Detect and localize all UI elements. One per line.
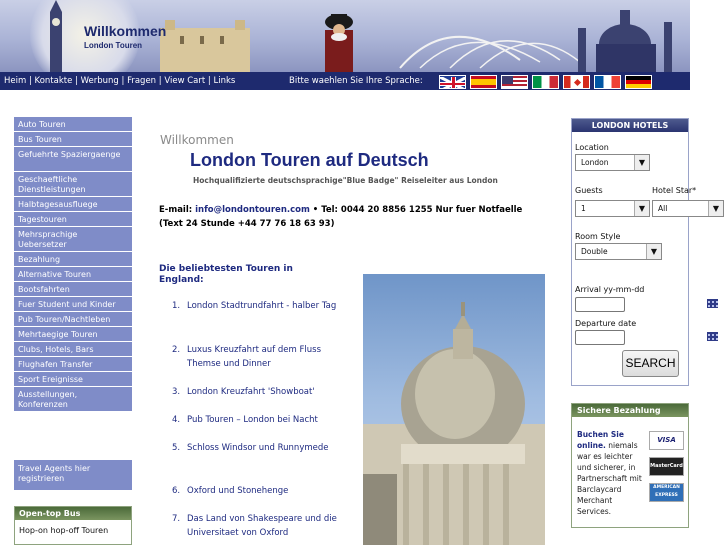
nav-link-view-cart[interactable]: View Cart <box>164 76 205 86</box>
guests-label: Guests <box>575 186 603 195</box>
contact-email-link[interactable]: info@londontouren.com <box>195 205 310 215</box>
room-style-label: Room Style <box>575 232 621 241</box>
sidebar-item-uebersetzer[interactable]: Mehrsprachige Uebersetzer <box>14 227 132 252</box>
location-label: Location <box>575 143 609 152</box>
contact-info: E-mail: info@londontouren.com • Tel: 004… <box>159 203 549 231</box>
tour-list-item[interactable]: 1. London Stadtrundfahrt - halber Tag <box>172 299 342 313</box>
departure-date-input[interactable] <box>575 330 625 345</box>
sidebar-item-sport-ereignisse[interactable]: Sport Ereignisse <box>14 372 132 387</box>
chevron-down-icon: ▼ <box>634 201 649 216</box>
mastercard-icon: MasterCard <box>649 457 684 476</box>
calendar-icon[interactable] <box>706 331 719 342</box>
departure-label: Departure date <box>575 319 637 328</box>
sidebar-item-bootsfahrten[interactable]: Bootsfahrten <box>14 282 132 297</box>
hotel-box-title: LONDON HOTELS <box>572 119 688 132</box>
page-subtitle: Hochqualifizierte deutschsprachige"Blue … <box>193 176 498 185</box>
popular-tours-heading: Die beliebtesten Touren in England: <box>159 264 293 285</box>
sidebar-nav: Auto Touren Bus Touren Gefuehrte Spazier… <box>14 117 132 412</box>
page-title: London Touren auf Deutsch <box>190 150 429 170</box>
tour-link[interactable]: London Kreuzfahrt 'Showboat' <box>172 385 342 399</box>
flag-usa-icon[interactable] <box>501 75 528 89</box>
flag-canada-icon[interactable] <box>563 75 590 89</box>
nav-link-fragen[interactable]: Fragen <box>127 76 156 86</box>
sidebar-item-student-kinder[interactable]: Fuer Student und Kinder <box>14 297 132 312</box>
brand-title: Willkommen <box>84 23 167 39</box>
nav-link-links[interactable]: Links <box>214 76 236 86</box>
bus-box-title: Open-top Bus <box>15 507 131 520</box>
sidebar-item-auto-touren[interactable]: Auto Touren <box>14 117 132 132</box>
tour-link[interactable]: Luxus Kreuzfahrt auf dem Fluss Themse un… <box>172 343 342 371</box>
sidebar-item-pub-touren[interactable]: Pub Touren/Nachtleben <box>14 312 132 327</box>
guests-value: 1 <box>581 204 586 213</box>
tour-number: 1. <box>172 301 181 311</box>
location-value: London <box>581 158 609 167</box>
arrival-date-input[interactable] <box>575 297 625 312</box>
tour-link[interactable]: Das Land von Shakespeare und die Univers… <box>172 512 342 540</box>
flag-italy-icon[interactable] <box>532 75 559 89</box>
tour-list-item[interactable]: 5. Schloss Windsor und Runnymede <box>172 441 342 455</box>
sidebar-item-alternative-touren[interactable]: Alternative Touren <box>14 267 132 282</box>
amex-card-icon: AMERICAN EXPRESS <box>649 483 684 502</box>
language-prompt: Bitte waehlen Sie Ihre Sprache: <box>289 76 423 86</box>
sidebar-item-flughafen-transfer[interactable]: Flughafen Transfer <box>14 357 132 372</box>
sidebar-item-clubs-hotels-bars[interactable]: Clubs, Hotels, Bars <box>14 342 132 357</box>
sidebar-item-bus-touren[interactable]: Bus Touren <box>14 132 132 147</box>
welcome-text: Willkommen <box>160 133 234 147</box>
nav-link-heim[interactable]: Heim <box>4 76 26 86</box>
tour-number: 5. <box>172 443 181 453</box>
hotel-star-select[interactable]: All ▼ <box>652 200 724 217</box>
hotel-search-button[interactable]: SEARCH <box>622 350 679 377</box>
chevron-down-icon: ▼ <box>634 155 649 170</box>
room-style-select[interactable]: Double ▼ <box>575 243 662 260</box>
tour-link[interactable]: London Stadtrundfahrt - halber Tag <box>172 299 342 313</box>
guests-select[interactable]: 1 ▼ <box>575 200 650 217</box>
calendar-icon[interactable] <box>706 298 719 309</box>
flag-spain-icon[interactable] <box>470 75 497 89</box>
payment-description: niemals war es leichter und sicherer, in… <box>577 441 642 516</box>
sidebar-item-tagestouren[interactable]: Tagestouren <box>14 212 132 227</box>
chevron-down-icon: ▼ <box>708 201 723 216</box>
arrival-label: Arrival yy-mm-dd <box>575 285 645 294</box>
top-nav-links: Heim | Kontakte | Werbung | Fragen | Vie… <box>4 76 236 86</box>
open-top-bus-box: Open-top Bus Hop-on hop-off Touren <box>14 506 132 545</box>
visa-card-icon: VISA <box>649 431 684 450</box>
brand-subtitle: London Touren <box>84 41 143 50</box>
tour-number: 6. <box>172 486 181 496</box>
sidebar-item-ausstellungen[interactable]: Ausstellungen, Konferenzen <box>14 387 132 412</box>
tour-number: 4. <box>172 415 181 425</box>
sidebar-item-bezahlung[interactable]: Bezahlung <box>14 252 132 267</box>
flag-germany-icon[interactable] <box>625 75 652 89</box>
location-select[interactable]: London ▼ <box>575 154 650 171</box>
payment-text: Buchen Sie online. niemals war es leicht… <box>577 429 647 517</box>
sidebar-item-dienstleistungen[interactable]: Geschaeftliche Dienstleistungen <box>14 172 132 197</box>
flag-france-icon[interactable] <box>594 75 621 89</box>
tour-number: 7. <box>172 514 181 524</box>
tour-number: 3. <box>172 387 181 397</box>
sidebar-item-spaziergaenge[interactable]: Gefuehrte Spaziergaenge <box>14 147 132 172</box>
flag-uk-icon[interactable] <box>439 75 466 89</box>
st-pauls-cathedral-photo <box>363 274 545 545</box>
tour-list-item[interactable]: 7. Das Land von Shakespeare und die Unive… <box>172 512 342 540</box>
sidebar-item-halbtagesausfluege[interactable]: Halbtagesausfluege <box>14 197 132 212</box>
hotel-star-value: All <box>658 204 668 213</box>
room-style-value: Double <box>581 247 608 256</box>
nav-link-werbung[interactable]: Werbung <box>81 76 119 86</box>
header-banner: Willkommen London Touren <box>0 0 690 72</box>
tour-list-item[interactable]: 2. Luxus Kreuzfahrt auf dem Fluss Themse … <box>172 343 342 371</box>
sidebar-item-mehrtaegige-touren[interactable]: Mehrtaegige Touren <box>14 327 132 342</box>
tour-link[interactable]: Oxford und Stonehenge <box>172 484 342 498</box>
contact-prefix: E-mail: <box>159 205 196 215</box>
payment-box-title: Sichere Bezahlung <box>572 404 688 417</box>
tour-list-item[interactable]: 4. Pub Touren – London bei Nacht <box>172 413 342 427</box>
travel-agents-link[interactable]: Travel Agents hier registrieren <box>14 460 132 490</box>
tour-number: 2. <box>172 345 181 355</box>
tour-list-item[interactable]: 3. London Kreuzfahrt 'Showboat' <box>172 385 342 399</box>
tour-link[interactable]: Pub Touren – London bei Nacht <box>172 413 342 427</box>
bus-box-link[interactable]: Hop-on hop-off Touren <box>15 520 131 541</box>
hotel-star-label: Hotel Star* <box>652 186 697 195</box>
chevron-down-icon: ▼ <box>646 244 661 259</box>
tour-link[interactable]: Schloss Windsor und Runnymede <box>172 441 342 455</box>
nav-link-kontakte[interactable]: Kontakte <box>35 76 73 86</box>
tour-list-item[interactable]: 6. Oxford und Stonehenge <box>172 484 342 498</box>
